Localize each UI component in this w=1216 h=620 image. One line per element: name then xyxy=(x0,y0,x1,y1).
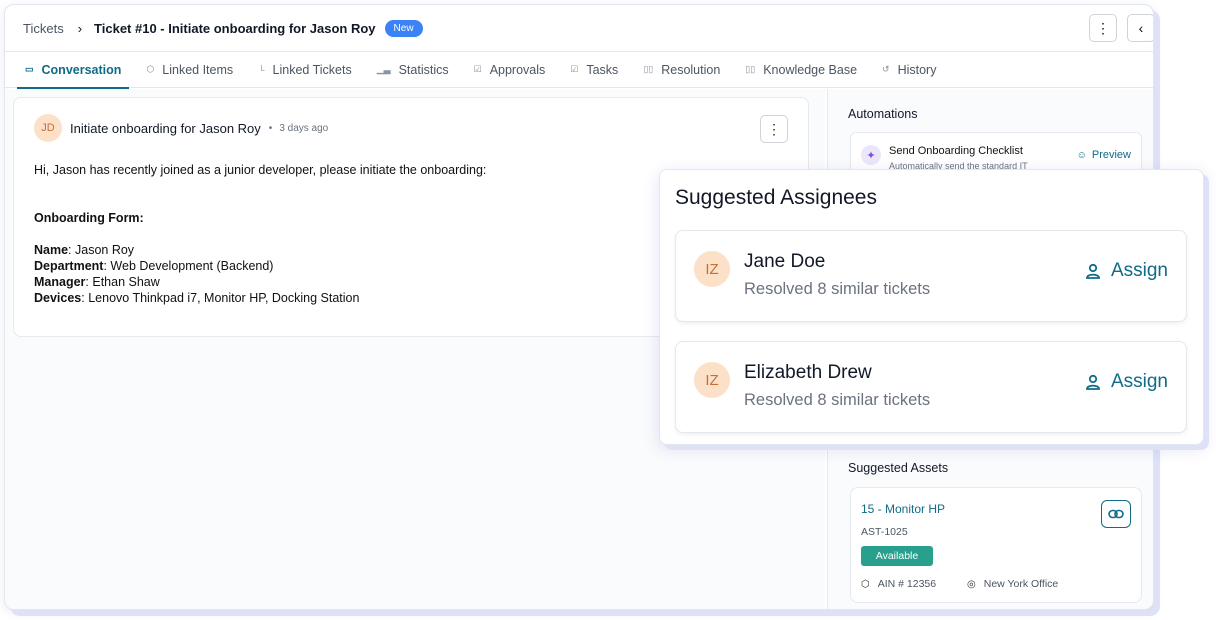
assignee-resolved-count: Resolved 8 similar tickets xyxy=(744,280,931,298)
suggested-assets-title: Suggested Assets xyxy=(848,461,949,475)
tab-approvals[interactable]: ☑ Approvals xyxy=(466,52,554,88)
message-title: Initiate onboarding for Jason Roy xyxy=(70,120,261,136)
bar-chart-icon: ▁▃ xyxy=(376,64,391,74)
tab-label: Conversation xyxy=(41,62,122,77)
assign-button[interactable]: Assign xyxy=(1085,371,1168,393)
assignee-card: IZ Jane Doe Resolved 8 similar tickets A… xyxy=(675,230,1187,322)
assignee-name: Elizabeth Drew xyxy=(744,362,872,383)
book-open-icon: ▯▯ xyxy=(745,64,756,74)
link-icon xyxy=(1108,509,1124,519)
ticket-tabs: ▭ Conversation ⬡ Linked Items └ Linked T… xyxy=(5,52,1153,89)
cube-icon: ⬡ xyxy=(146,64,155,74)
tab-knowledge-base[interactable]: ▯▯ Knowledge Base xyxy=(737,52,865,88)
avatar: IZ xyxy=(694,362,730,398)
tab-statistics[interactable]: ▁▃ Statistics xyxy=(369,52,457,88)
tab-linked-items[interactable]: ⬡ Linked Items xyxy=(138,52,241,88)
user-icon xyxy=(1086,263,1100,279)
assignee-name: Jane Doe xyxy=(744,251,826,272)
status-badge: New xyxy=(384,19,423,37)
more-options-button[interactable]: ⋮ xyxy=(1089,14,1117,42)
form-field-row: Department: Web Development (Backend) xyxy=(34,259,274,273)
tab-label: History xyxy=(897,62,937,77)
form-heading: Onboarding Form: xyxy=(34,211,144,225)
sparkle-icon: ✦ xyxy=(861,145,881,165)
tab-resolution[interactable]: ▯▯ Resolution xyxy=(635,52,728,88)
cube-icon: ⬡ xyxy=(861,578,870,590)
assignee-card: IZ Elizabeth Drew Resolved 8 similar tic… xyxy=(675,341,1187,433)
automation-name: Send Onboarding Checklist xyxy=(889,145,1023,157)
tab-history[interactable]: ↺ History xyxy=(874,52,944,88)
form-field-row: Name: Jason Roy xyxy=(34,243,135,257)
tree-icon: └ xyxy=(258,64,265,75)
asset-name-link[interactable]: 15 - Monitor HP xyxy=(861,502,945,516)
tab-tasks[interactable]: ☑ Tasks xyxy=(562,52,626,88)
check-square-icon: ☑ xyxy=(473,64,482,74)
message-header: JD Initiate onboarding for Jason Roy • 3… xyxy=(34,114,328,142)
avatar: JD xyxy=(34,114,62,142)
asset-ain: ⬡ AIN # 12356 xyxy=(861,578,937,590)
tab-label: Statistics xyxy=(398,62,449,77)
user-icon: ☺ xyxy=(1076,149,1087,161)
tab-label: Knowledge Base xyxy=(763,62,858,77)
tab-label: Linked Tickets xyxy=(272,62,352,77)
collapse-panel-button[interactable]: ‹ xyxy=(1127,14,1153,42)
location-pin-icon: ◎ xyxy=(967,578,976,590)
ticket-header: Tickets › Ticket #10 - Initiate onboardi… xyxy=(5,5,1153,52)
tab-label: Linked Items xyxy=(162,62,234,77)
book-icon: ▯▯ xyxy=(643,64,654,74)
asset-location: ◎ New York Office xyxy=(967,578,1059,590)
page-title: Ticket #10 - Initiate onboarding for Jas… xyxy=(94,20,376,36)
avatar: IZ xyxy=(694,251,730,287)
link-asset-button[interactable] xyxy=(1101,500,1131,528)
automations-title: Automations xyxy=(848,107,918,121)
chat-icon: ▭ xyxy=(25,64,34,74)
suggested-assignees-title: Suggested Assignees xyxy=(675,186,877,209)
message-options-button[interactable]: ⋮ xyxy=(760,115,788,143)
separator-dot: • xyxy=(268,122,273,134)
kebab-icon: ⋮ xyxy=(1096,19,1110,36)
chevron-left-icon: ‹ xyxy=(1138,20,1144,36)
tab-linked-tickets[interactable]: └ Linked Tickets xyxy=(250,52,360,88)
asset-status-badge: Available xyxy=(861,546,933,566)
tab-label: Tasks xyxy=(586,62,619,77)
breadcrumb-tickets[interactable]: Tickets xyxy=(23,21,64,36)
tab-conversation[interactable]: ▭ Conversation xyxy=(17,52,130,89)
message-intro: Hi, Jason has recently joined as a junio… xyxy=(34,163,487,177)
assign-button[interactable]: Assign xyxy=(1085,260,1168,282)
tab-label: Approvals xyxy=(489,62,546,77)
preview-button[interactable]: ☺ Preview xyxy=(1077,149,1131,161)
message-body: Hi, Jason has recently joined as a junio… xyxy=(34,162,486,306)
form-field-row: Devices: Lenovo Thinkpad i7, Monitor HP,… xyxy=(34,291,360,305)
tab-label: Resolution xyxy=(661,62,721,77)
chevron-right-icon: › xyxy=(77,20,83,36)
checkbox-icon: ☑ xyxy=(570,64,579,74)
assignee-resolved-count: Resolved 8 similar tickets xyxy=(744,391,931,409)
user-icon xyxy=(1086,374,1100,390)
suggested-assignees-popup: Suggested Assignees IZ Jane Doe Resolved… xyxy=(659,169,1204,445)
asset-id: AST-1025 xyxy=(861,526,908,538)
history-icon: ↺ xyxy=(882,64,890,74)
kebab-icon: ⋮ xyxy=(767,120,781,137)
message-timestamp: 3 days ago xyxy=(279,122,329,134)
asset-card: 15 - Monitor HP AST-1025 Available ⬡ AIN… xyxy=(850,487,1142,603)
form-field-row: Manager: Ethan Shaw xyxy=(34,275,160,289)
